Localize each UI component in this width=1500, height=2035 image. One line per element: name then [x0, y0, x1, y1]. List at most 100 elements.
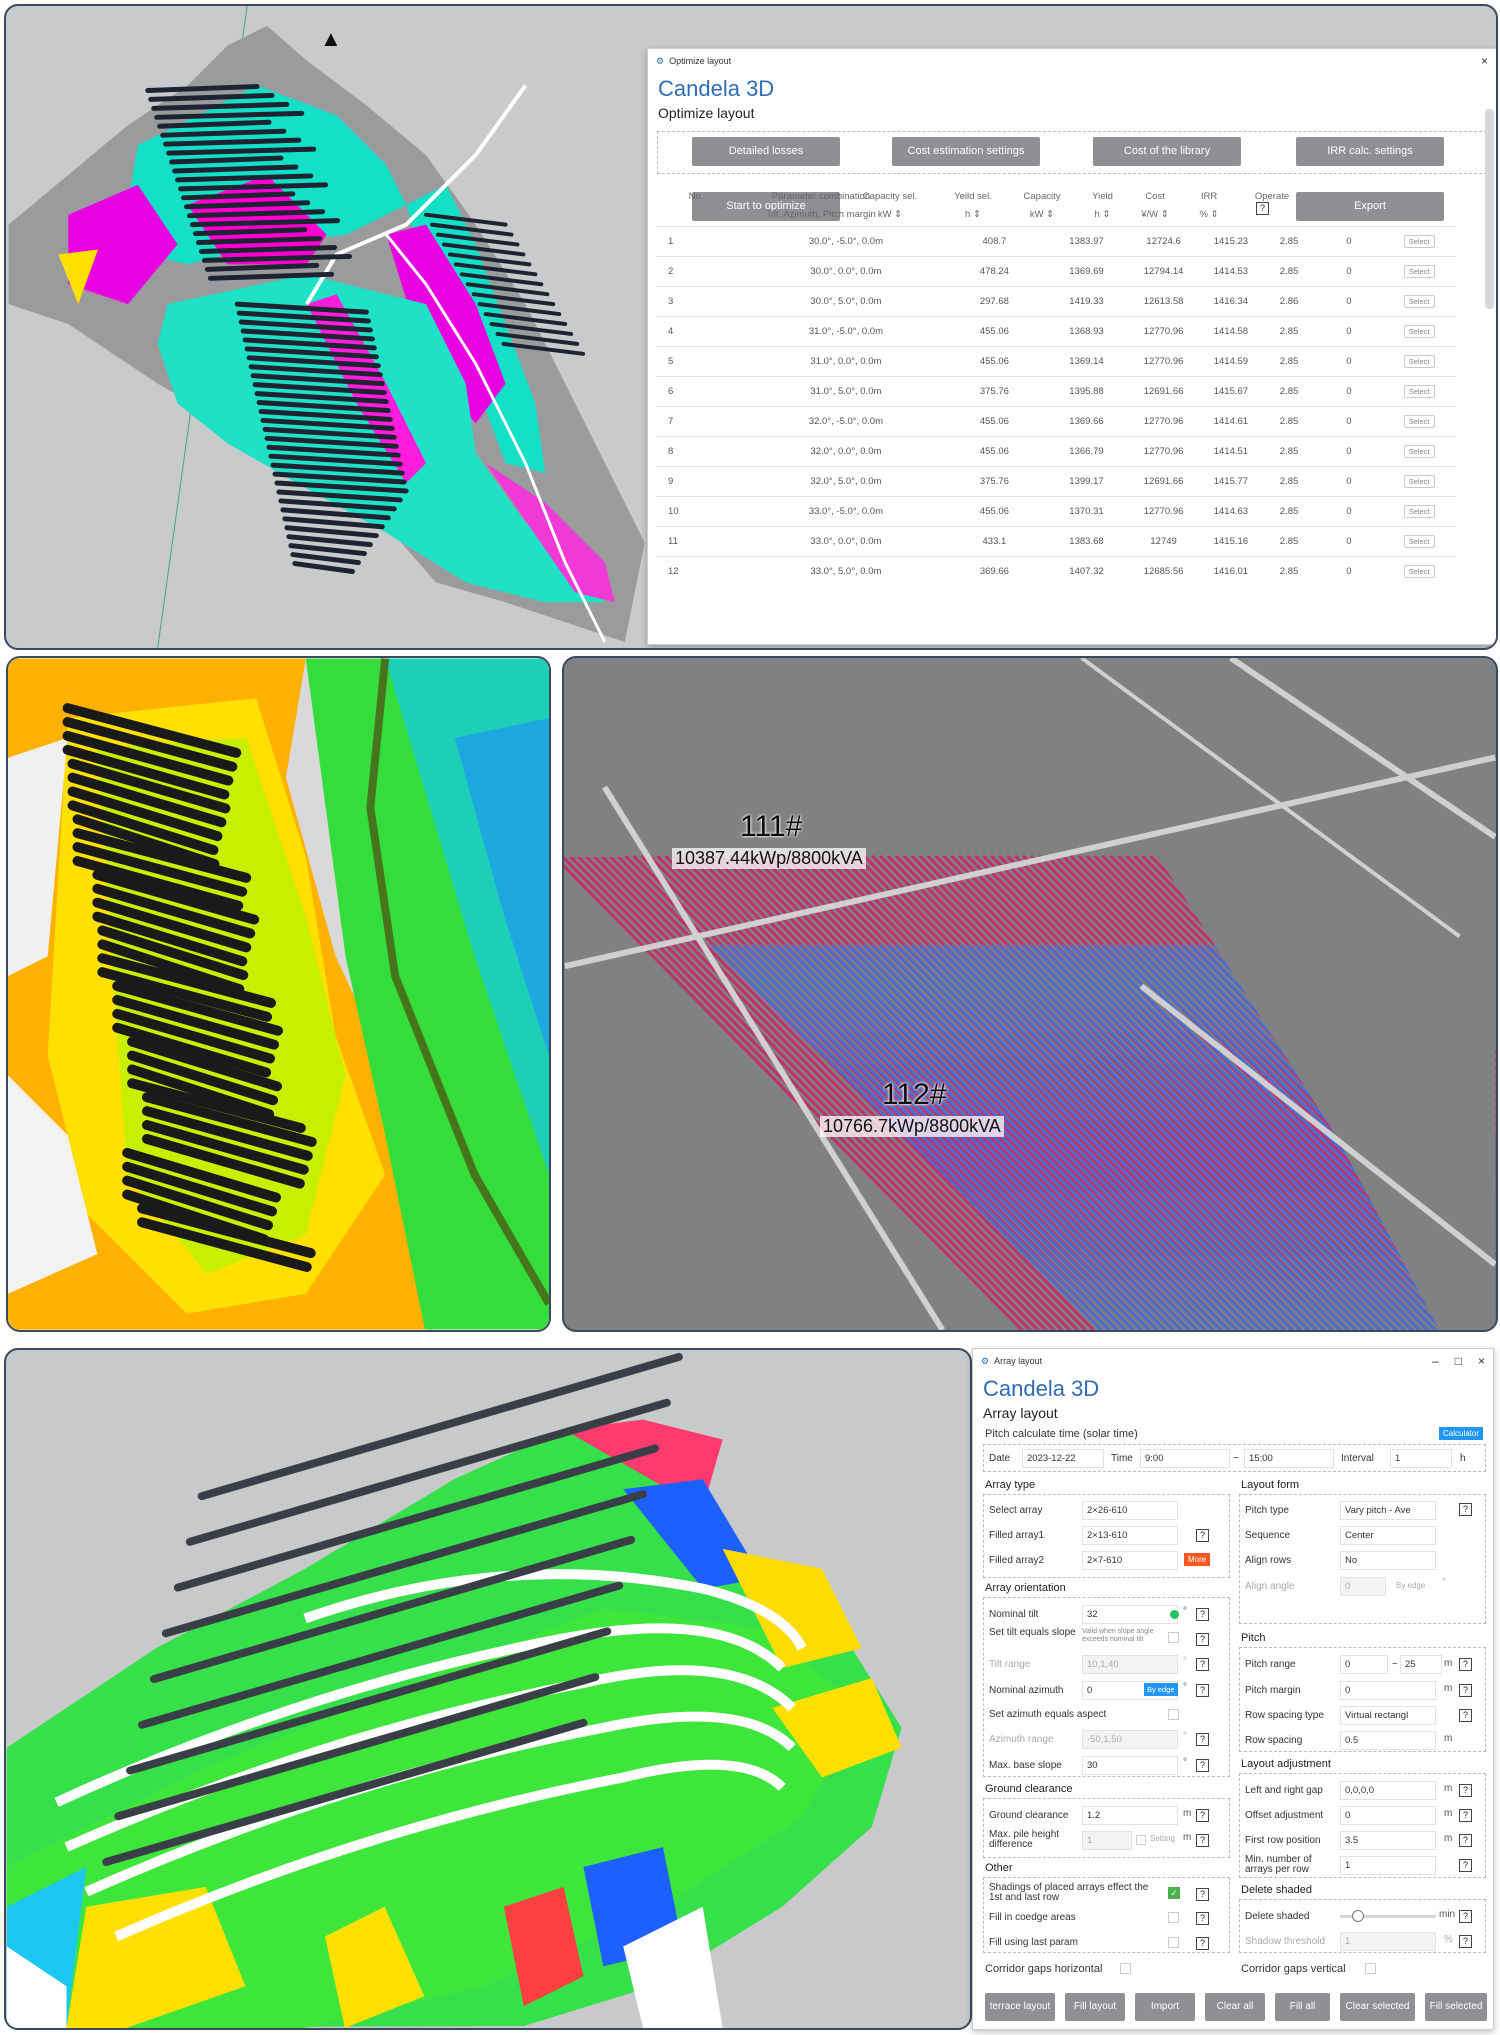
table-row[interactable]: 2 30.0°, 0.0°, 0.0m 478.24 1369.69 12794.14 1… [656, 256, 1456, 287]
corridor-h-checkbox[interactable] [1120, 1963, 1131, 1974]
help-icon[interactable]: ? [1459, 1784, 1472, 1797]
tilt-equals-slope-checkbox[interactable] [1168, 1632, 1179, 1643]
first-row-field[interactable]: 3.5 [1340, 1831, 1436, 1850]
row-spacing-field[interactable]: 0.5 [1340, 1731, 1436, 1750]
close-button[interactable]: × [1478, 1354, 1485, 1368]
azimuth-aspect-checkbox[interactable] [1168, 1709, 1179, 1720]
filled-array1-dropdown[interactable]: 2×13-610 [1082, 1526, 1178, 1545]
help-icon[interactable]: ? [1459, 1809, 1472, 1822]
table-row[interactable]: 5 31.0°, 0.0°, 0.0m 455.06 1369.14 12770.96 1… [656, 346, 1456, 377]
pitch-margin-field[interactable]: 0 [1340, 1681, 1436, 1700]
fill-selected-button[interactable]: Fill selected [1425, 1993, 1487, 2021]
select-button[interactable]: Select [1403, 505, 1435, 518]
offset-field[interactable]: 0 [1340, 1806, 1436, 1825]
pitch-range-to[interactable]: 25 [1400, 1655, 1442, 1674]
select-button[interactable]: Select [1403, 295, 1435, 308]
cost-estimation-settings-button[interactable]: Cost estimation settings [892, 137, 1040, 166]
help-icon[interactable]: ? [1459, 1834, 1472, 1847]
shading-effect-checkbox[interactable]: ✓ [1168, 1887, 1180, 1899]
pitch-range-from[interactable]: 0 [1340, 1655, 1388, 1674]
min-arrays-field[interactable]: 1 [1340, 1856, 1436, 1875]
irr-calc-settings-button[interactable]: IRR calc. settings [1296, 137, 1444, 166]
filled-array2-dropdown[interactable]: 2×7-610 [1082, 1551, 1178, 1570]
help-icon[interactable]: ? [1459, 1658, 1472, 1671]
help-icon[interactable]: ? [1196, 1658, 1209, 1671]
select-button[interactable]: Select [1403, 535, 1435, 548]
help-icon[interactable]: ? [1196, 1759, 1209, 1772]
help-icon[interactable]: ? [1196, 1912, 1209, 1925]
select-array-dropdown[interactable]: 2×26-610 [1082, 1501, 1178, 1520]
calculator-button[interactable]: Calculator [1439, 1427, 1484, 1440]
pitch-type-dropdown[interactable]: Vary pitch - Ave [1340, 1501, 1436, 1520]
select-button[interactable]: Select [1403, 385, 1435, 398]
export-button[interactable]: Export [1296, 192, 1444, 221]
help-icon[interactable]: ? [1196, 1834, 1209, 1847]
row-spacing-type-dropdown[interactable]: Virtual rectangl [1340, 1706, 1436, 1725]
slider-handle[interactable] [1352, 1910, 1364, 1922]
select-button[interactable]: Select [1403, 445, 1435, 458]
fill-layout-button[interactable]: Fill layout [1065, 1993, 1125, 2021]
table-row[interactable]: 1 30.0°, -5.0°, 0.0m 408.7 1383.97 12724.6 14… [656, 226, 1456, 257]
ground-clearance-field[interactable]: 1.2 [1082, 1806, 1178, 1825]
sequence-dropdown[interactable]: Center [1340, 1526, 1436, 1545]
tilt-range-field[interactable]: 10,1,40 [1082, 1655, 1178, 1674]
corridor-v-checkbox[interactable] [1365, 1963, 1376, 1974]
last-param-checkbox[interactable] [1168, 1937, 1179, 1948]
table-row[interactable]: 11 33.0°, 0.0°, 0.0m 433.1 1383.68 12749 1415… [656, 526, 1456, 557]
azimuth-range-field[interactable]: -50,1,50 [1082, 1730, 1178, 1749]
help-icon[interactable]: ? [1196, 1888, 1209, 1901]
help-icon[interactable]: ? [1196, 1529, 1209, 1542]
select-button[interactable]: Select [1403, 565, 1435, 579]
select-button[interactable]: Select [1403, 235, 1435, 248]
terrace-layout-button[interactable]: terrace layout [985, 1993, 1055, 2021]
date-field[interactable]: 2023-12-22 [1022, 1449, 1104, 1468]
help-icon[interactable]: ? [1196, 1608, 1209, 1621]
azimuth-by-edge-button[interactable]: By edge [1144, 1683, 1178, 1696]
help-icon[interactable]: ? [1459, 1935, 1472, 1948]
table-row[interactable]: 9 32.0°, 5.0°, 0.0m 375.76 1399.17 12691.66 1… [656, 466, 1456, 497]
help-icon[interactable]: ? [1459, 1503, 1472, 1516]
lr-gap-field[interactable]: 0,0,0,0 [1340, 1781, 1436, 1800]
align-angle-field[interactable]: 0 [1340, 1577, 1386, 1596]
shadow-threshold-field[interactable]: 1 [1340, 1932, 1436, 1951]
align-by-edge-button[interactable]: By edge [1396, 1581, 1425, 1590]
table-row[interactable]: 7 32.0°, -5.0°, 0.0m 455.06 1369.66 12770.96… [656, 406, 1456, 437]
more-button[interactable]: More [1184, 1553, 1211, 1566]
table-row[interactable]: 3 30.0°, 5.0°, 0.0m 297.68 1419.33 12613.58 1… [656, 286, 1456, 317]
table-row[interactable]: 8 32.0°, 0.0°, 0.0m 455.06 1366.79 12770.96 1… [656, 436, 1456, 467]
clear-selected-button[interactable]: Clear selected [1340, 1993, 1415, 2021]
help-icon[interactable]: ? [1196, 1633, 1209, 1646]
table-row[interactable]: 10 33.0°, -5.0°, 0.0m 455.06 1370.31 12770.9… [656, 496, 1456, 527]
select-button[interactable]: Select [1403, 265, 1435, 278]
import-button[interactable]: Import [1135, 1993, 1195, 2021]
scrollbar[interactable] [1485, 109, 1494, 309]
max-base-slope-field[interactable]: 30 [1082, 1756, 1178, 1775]
help-icon[interactable]: ? [1196, 1684, 1209, 1697]
pile-height-field[interactable]: 1 [1082, 1831, 1132, 1850]
pile-setting-checkbox[interactable] [1136, 1835, 1146, 1845]
table-row[interactable]: 4 31.0°, -5.0°, 0.0m 455.06 1368.93 12770.96… [656, 316, 1456, 347]
align-rows-dropdown[interactable]: No [1340, 1551, 1436, 1570]
table-row[interactable]: 6 31.0°, 5.0°, 0.0m 375.76 1395.88 12691.66 1… [656, 376, 1456, 407]
help-icon[interactable]: ? [1196, 1733, 1209, 1746]
help-icon[interactable]: ? [1196, 1937, 1209, 1950]
nominal-tilt-field[interactable]: 32 [1082, 1605, 1178, 1624]
help-icon[interactable]: ? [1459, 1910, 1472, 1923]
clear-all-button[interactable]: Clear all [1205, 1993, 1265, 2021]
minimize-button[interactable]: – [1432, 1354, 1439, 1368]
time-from-field[interactable]: 9:00 [1140, 1449, 1230, 1468]
select-button[interactable]: Select [1403, 415, 1435, 428]
maximize-button[interactable]: □ [1455, 1354, 1462, 1368]
help-icon[interactable]: ? [1256, 202, 1269, 215]
help-icon[interactable]: ? [1459, 1684, 1472, 1697]
detailed-losses-button[interactable]: Detailed losses [692, 137, 840, 166]
close-button[interactable]: × [1481, 54, 1488, 68]
help-icon[interactable]: ? [1196, 1809, 1209, 1822]
time-to-field[interactable]: 15:00 [1244, 1449, 1334, 1468]
help-icon[interactable]: ? [1459, 1859, 1472, 1872]
fill-all-button[interactable]: Fill all [1275, 1993, 1330, 2021]
help-icon[interactable]: ? [1459, 1709, 1472, 1722]
table-row[interactable]: 12 33.0°, 5.0°, 0.0m 369.66 1407.32 12685.56… [656, 556, 1456, 587]
select-button[interactable]: Select [1403, 475, 1435, 488]
select-button[interactable]: Select [1403, 355, 1435, 368]
